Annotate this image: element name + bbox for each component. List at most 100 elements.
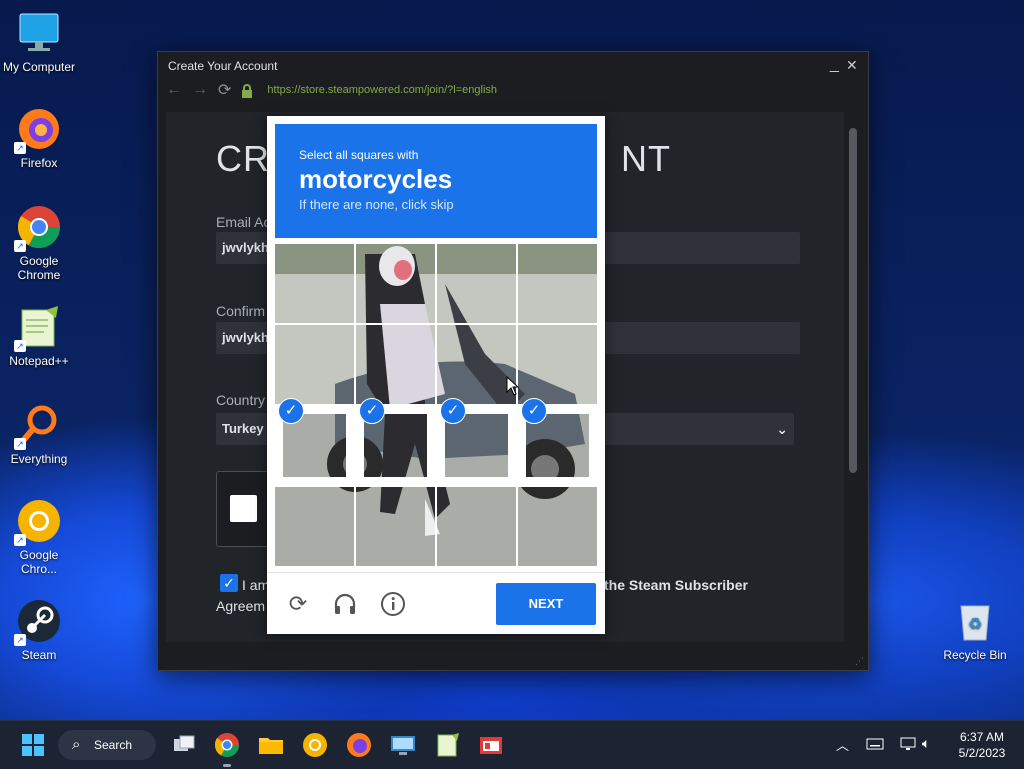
- confirm-email-label: Confirm: [216, 303, 266, 319]
- start-windows-icon[interactable]: [18, 730, 48, 760]
- captcha-tile-image: [518, 244, 597, 323]
- country-value: Turkey: [222, 421, 264, 436]
- desktop-icon-label: My Computer: [2, 60, 76, 74]
- notepad-plus-plus-icon: ↗: [14, 304, 62, 352]
- captcha-tile[interactable]: [356, 244, 435, 323]
- captcha-tile[interactable]: [437, 487, 516, 566]
- tile-selected-check-icon: ✓: [521, 398, 547, 424]
- tile-selected-check-icon: ✓: [440, 398, 466, 424]
- taskbar-chrome-icon[interactable]: [212, 730, 242, 767]
- network-icon[interactable]: [899, 736, 917, 755]
- desktop-icon-everything[interactable]: ↗ Everything: [1, 402, 77, 466]
- captcha-tile-image: [356, 487, 435, 566]
- reload-icon[interactable]: ⟳: [218, 80, 231, 100]
- chrome-canary-icon: ↗: [14, 498, 62, 546]
- captcha-tile-image: [437, 244, 516, 323]
- captcha-tile-image: [356, 244, 435, 323]
- captcha-tile[interactable]: [518, 244, 597, 323]
- captcha-tile-image: [275, 325, 354, 404]
- refresh-icon[interactable]: ⟳: [285, 591, 311, 617]
- captcha-tile[interactable]: [275, 244, 354, 323]
- captcha-instruction: Select all squares with: [299, 148, 419, 162]
- desktop-icon-label: Google Chro...: [19, 548, 59, 576]
- minimize-button[interactable]: _: [830, 56, 839, 74]
- captcha-tile[interactable]: [437, 244, 516, 323]
- captcha-challenge-dialog: Select all squares with motorcycles If t…: [267, 116, 605, 634]
- chevron-down-icon: ⌄: [776, 421, 788, 437]
- chrome-icon: ↗: [14, 204, 62, 252]
- email-label: Email Ac: [216, 214, 271, 230]
- subscriber-agreement-link[interactable]: the Steam Subscriber: [604, 577, 748, 593]
- desktop-icon-my-computer[interactable]: My Computer: [1, 10, 77, 74]
- captcha-tile-image: [356, 325, 435, 404]
- taskbar-firefox-icon[interactable]: [344, 730, 374, 760]
- agree-text: I am: [242, 577, 270, 593]
- search-label: Search: [94, 738, 133, 752]
- captcha-tile[interactable]: [518, 325, 597, 404]
- back-arrow-icon[interactable]: ←: [166, 81, 182, 99]
- firefox-icon: ↗: [14, 106, 62, 154]
- captcha-tile[interactable]: [275, 325, 354, 404]
- taskbar-chrome-canary-icon[interactable]: [300, 730, 330, 760]
- agree-checkbox[interactable]: ✓: [220, 574, 238, 592]
- captcha-checkbox[interactable]: [230, 495, 257, 522]
- desktop-icon-label: Recycle Bin: [943, 648, 1007, 662]
- taskbar-remote-desktop-icon[interactable]: [388, 730, 418, 760]
- scrollbar-thumb[interactable]: [849, 128, 857, 473]
- desktop-icon-label: Everything: [10, 452, 68, 466]
- captcha-tile[interactable]: [518, 487, 597, 566]
- url-text[interactable]: https://store.steampowered.com/join/?l=e…: [267, 84, 497, 96]
- steam-icon: ↗: [14, 598, 62, 646]
- captcha-tile[interactable]: [437, 325, 516, 404]
- page-heading-start: CR: [216, 138, 270, 179]
- tray-chevron-up-icon[interactable]: ︿: [836, 735, 849, 754]
- audio-headphones-icon[interactable]: [332, 591, 358, 617]
- taskbar-file-explorer-icon[interactable]: [256, 730, 286, 760]
- volume-icon[interactable]: 🔈︎: [922, 735, 930, 752]
- task-view-icon[interactable]: [169, 730, 199, 760]
- captcha-tile-image: [437, 325, 516, 404]
- tile-selected-check-icon: ✓: [278, 398, 304, 424]
- lock-icon: [241, 84, 253, 98]
- desktop-icon-steam[interactable]: ↗ Steam: [1, 598, 77, 662]
- desktop-icon-recycle-bin[interactable]: ♻ Recycle Bin: [937, 598, 1013, 662]
- country-label: Country: [216, 392, 266, 408]
- page-scrollbar[interactable]: [846, 112, 860, 642]
- window-title: Create Your Account: [168, 59, 278, 73]
- captcha-widget[interactable]: [216, 471, 272, 547]
- captcha-tile[interactable]: [356, 325, 435, 404]
- captcha-controls: ⟳ NEXT: [267, 572, 605, 635]
- next-button[interactable]: NEXT: [496, 583, 596, 625]
- taskbar: ⌕ Search ︿ 🔈︎ 6:37 AM 5/2/2023: [0, 720, 1024, 769]
- desktop-icon-label: Firefox: [20, 156, 58, 170]
- desktop-icon-firefox[interactable]: ↗ Firefox: [1, 106, 77, 170]
- keyboard-icon[interactable]: [866, 737, 884, 754]
- info-icon[interactable]: [380, 591, 406, 617]
- captcha-tile-image: [275, 244, 354, 323]
- agree-text-line2: Agreem: [216, 598, 266, 614]
- captcha-target: motorcycles: [299, 164, 453, 194]
- desktop-icon-label: Notepad++: [9, 354, 69, 368]
- taskbar-clock[interactable]: 6:37 AM 5/2/2023: [950, 729, 1014, 761]
- captcha-hint: If there are none, click skip: [299, 197, 454, 212]
- captcha-tile[interactable]: [275, 487, 354, 566]
- captcha-image-grid: ✓ ✓ ✓ ✓: [275, 244, 597, 566]
- captcha-tile-image: [275, 487, 354, 566]
- search-icon: ⌕: [72, 736, 81, 753]
- captcha-tile[interactable]: [356, 487, 435, 566]
- captcha-tile-image: [518, 325, 597, 404]
- clock-time: 6:37 AM: [959, 730, 1005, 744]
- clock-date: 5/2/2023: [958, 746, 1006, 760]
- taskbar-app-icon[interactable]: [476, 730, 506, 760]
- browser-nav-bar: ← → ⟳ https://store.steampowered.com/joi…: [166, 81, 497, 99]
- recycle-bin-icon: ♻: [952, 598, 998, 644]
- forward-arrow-icon[interactable]: →: [192, 81, 208, 99]
- page-heading-end: NT: [621, 138, 671, 179]
- taskbar-notepad-plus-plus-icon[interactable]: [432, 730, 462, 760]
- resize-grip-icon[interactable]: ⋰: [855, 656, 864, 667]
- desktop-icon-notepad-plus-plus[interactable]: ↗ Notepad++: [1, 304, 77, 368]
- taskbar-search[interactable]: ⌕ Search: [58, 730, 156, 760]
- desktop-icon-google-chrome[interactable]: ↗ Google Chrome: [1, 204, 77, 282]
- desktop-icon-google-chrome-canary[interactable]: ↗ Google Chro...: [1, 498, 77, 576]
- close-button[interactable]: ✕: [846, 57, 858, 74]
